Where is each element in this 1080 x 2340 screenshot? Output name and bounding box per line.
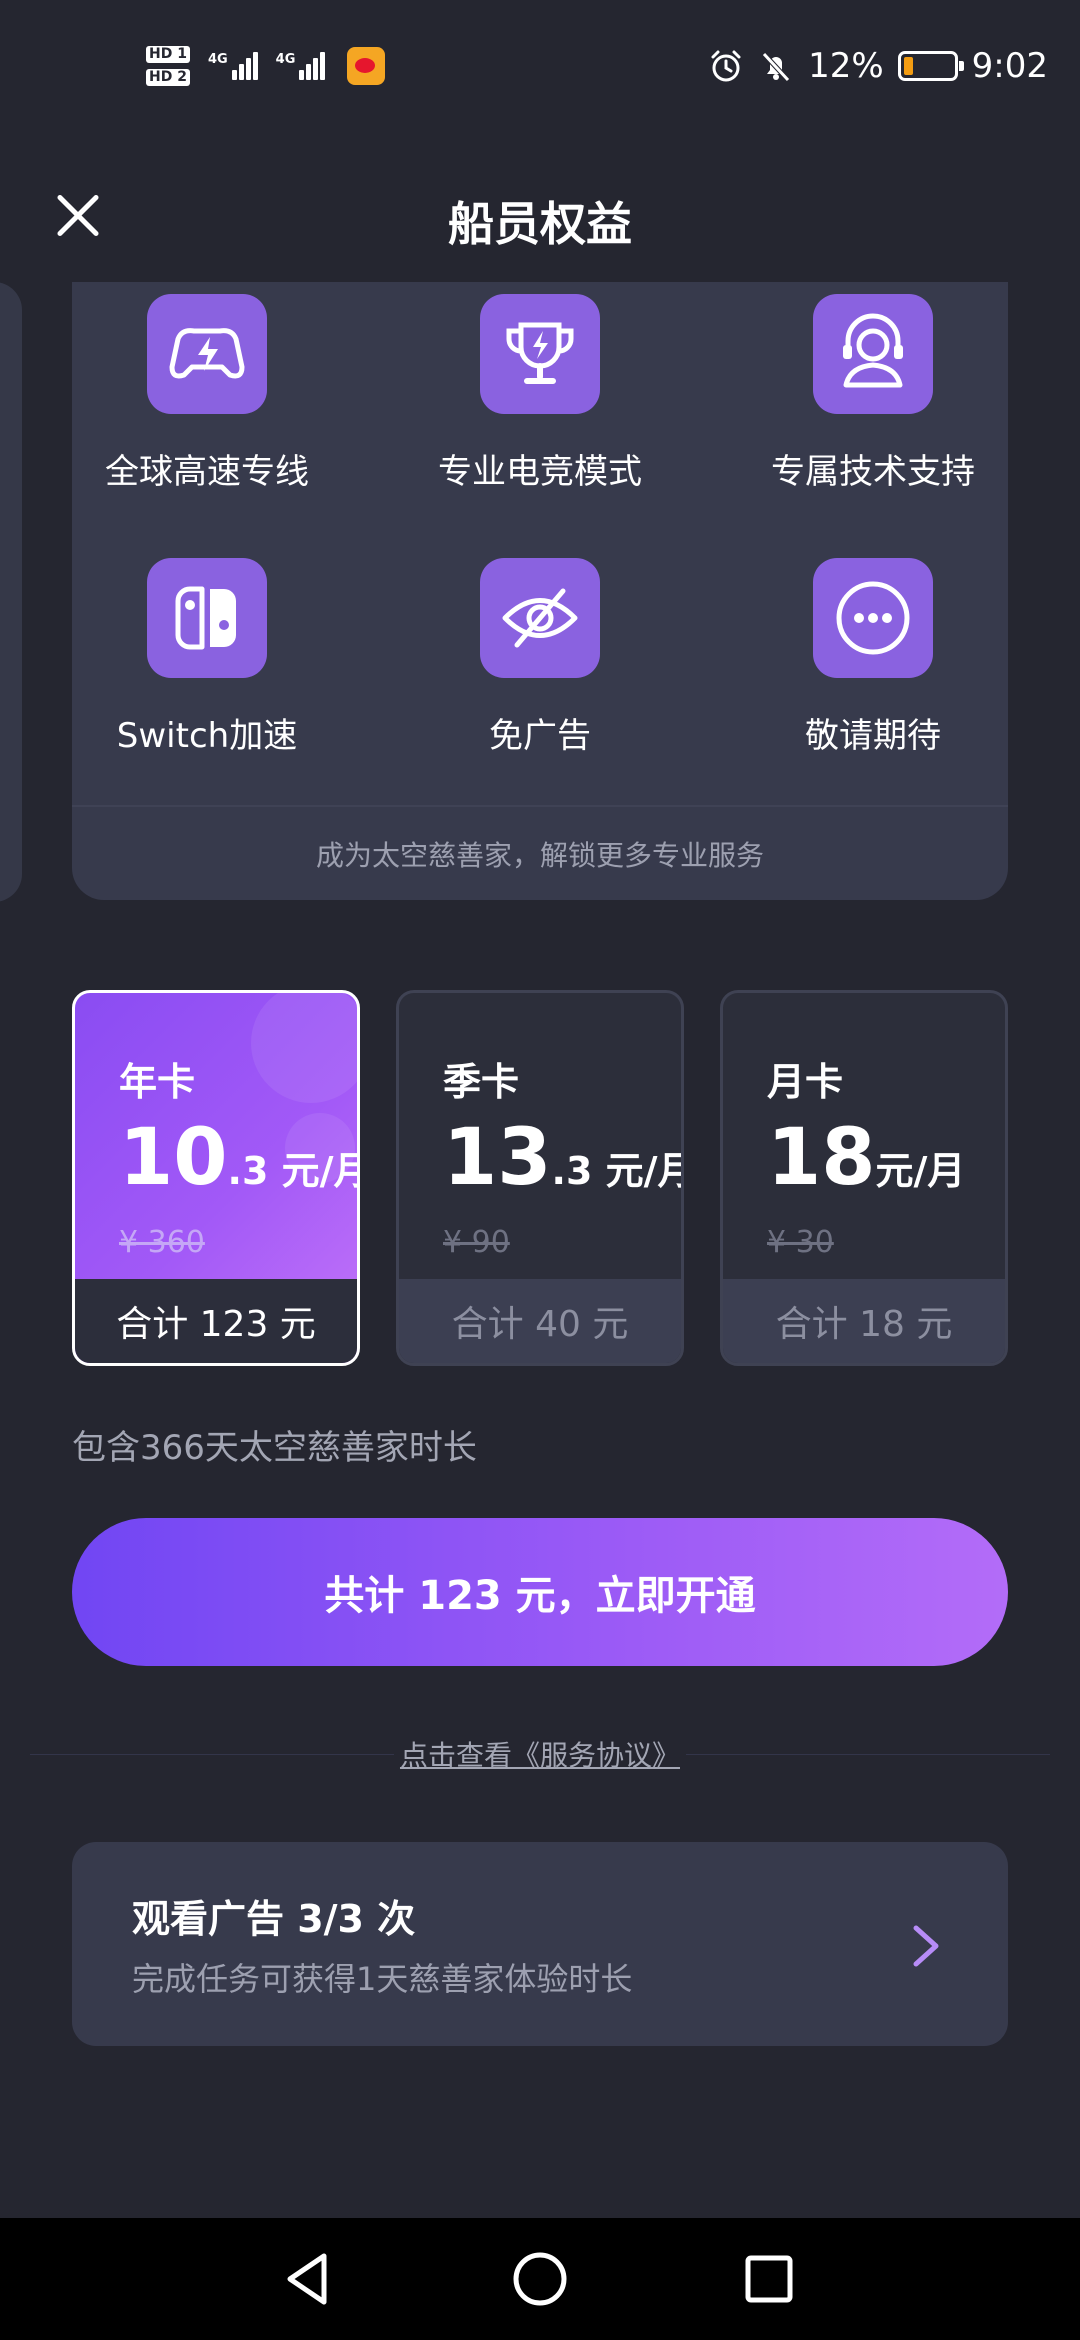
signal-bar <box>252 52 258 80</box>
plan-original-price: ¥ 30 <box>767 1225 834 1260</box>
home-nav-icon[interactable] <box>505 2244 575 2314</box>
plan-original-price: ¥ 90 <box>443 1225 510 1260</box>
plan-price: 18元/月 <box>767 1113 966 1203</box>
plan-total: 合计 40 元 <box>399 1279 681 1363</box>
plan-original-price: ¥ 360 <box>119 1225 205 1260</box>
hd-indicators: HD 1 HD 2 <box>146 46 190 86</box>
signal-bar <box>313 58 319 80</box>
screen: HD 1 HD 2 4G 4G 12% 9:02 船员权益 全球高速专线 专业电… <box>0 0 1080 2340</box>
ad-task-title: 观看广告 3/3 次 <box>132 1897 416 1941</box>
purchase-button[interactable]: 共计 123 元，立即开通 <box>72 1518 1008 1666</box>
watch-ad-task-card[interactable]: 观看广告 3/3 次 完成任务可获得1天慈善家体验时长 <box>72 1842 1008 2046</box>
headset-support-icon <box>813 294 933 414</box>
signal-icon-2: 4G <box>276 52 326 80</box>
plan-name: 季卡 <box>443 1060 520 1104</box>
card-divider <box>72 805 1008 807</box>
benefits-card: 全球高速专线 专业电竞模式 专属技术支持 Switch加速 免广告 敬请期待 成… <box>72 282 1008 900</box>
plan-card-quarterly[interactable]: 季卡 13.3 元/月 ¥ 90 合计 40 元 <box>396 990 684 1366</box>
more-dots-icon <box>813 558 933 678</box>
weibo-app-icon <box>347 47 386 85</box>
benefit-global-line: 全球高速专线 <box>72 294 342 493</box>
carousel-previous-card[interactable] <box>0 282 22 902</box>
recents-nav-icon[interactable] <box>734 2244 804 2314</box>
page-title: 船员权益 <box>448 197 632 251</box>
plan-name: 月卡 <box>767 1060 844 1104</box>
benefits-footer-text: 成为太空慈善家，解锁更多专业服务 <box>315 839 764 872</box>
benefit-switch-boost: Switch加速 <box>72 558 342 757</box>
signal-icon-1: 4G <box>208 52 258 80</box>
trophy-icon <box>480 294 600 414</box>
system-nav-bar <box>0 2218 1080 2340</box>
plan-name: 年卡 <box>119 1060 196 1104</box>
hd2-indicator: HD 2 <box>146 69 190 86</box>
signal-bar <box>299 70 305 80</box>
service-agreement-link[interactable]: 点击查看《服务协议》 <box>393 1739 686 1772</box>
signal-bar <box>320 52 326 80</box>
plan-card-monthly[interactable]: 月卡 18元/月 ¥ 30 合计 18 元 <box>720 990 1008 1366</box>
signal-bar <box>238 64 244 80</box>
plan-price: 10.3 元/月 <box>119 1113 360 1203</box>
battery-percent: 12% <box>808 46 884 86</box>
benefit-coming-soon: 敬请期待 <box>738 558 1008 757</box>
benefit-no-ads: 免广告 <box>405 558 675 757</box>
battery-fill <box>903 57 913 75</box>
mute-bell-icon <box>762 52 790 82</box>
signal-bar <box>231 70 237 80</box>
plan-card-annual[interactable]: 年卡 10.3 元/月 ¥ 360 合计 123 元 <box>72 990 360 1366</box>
status-bar: HD 1 HD 2 4G 4G 12% 9:02 <box>0 0 1080 130</box>
back-nav-icon[interactable] <box>272 2244 342 2314</box>
battery-icon <box>897 51 964 81</box>
chevron-right-icon <box>913 1925 939 1967</box>
hd1-indicator: HD 1 <box>146 46 190 63</box>
clock: 9:02 <box>971 46 1048 86</box>
status-right: 12% 9:02 <box>708 36 1048 96</box>
plan-total: 合计 18 元 <box>723 1279 1005 1363</box>
gamepad-lightning-icon <box>147 294 267 414</box>
status-left: HD 1 HD 2 4G 4G <box>146 36 386 96</box>
plan-price: 13.3 元/月 <box>443 1113 684 1203</box>
switch-console-icon <box>147 558 267 678</box>
top-app-bar: 船员权益 <box>0 150 1080 270</box>
ad-task-subtitle: 完成任务可获得1天慈善家体验时长 <box>132 1960 633 1998</box>
plan-includes-text: 包含366天太空慈善家时长 <box>72 1428 477 1468</box>
signal-bar <box>245 58 251 80</box>
signal-bar <box>306 64 312 80</box>
eye-off-icon <box>480 558 600 678</box>
service-agreement-row: 点击查看《服务协议》 <box>0 1734 1080 1774</box>
benefit-tech-support: 专属技术支持 <box>738 294 1008 493</box>
plan-total: 合计 123 元 <box>75 1279 357 1363</box>
decorative-bubble <box>251 993 357 1103</box>
alarm-icon <box>711 50 741 82</box>
benefit-esports-mode: 专业电竞模式 <box>405 294 675 493</box>
